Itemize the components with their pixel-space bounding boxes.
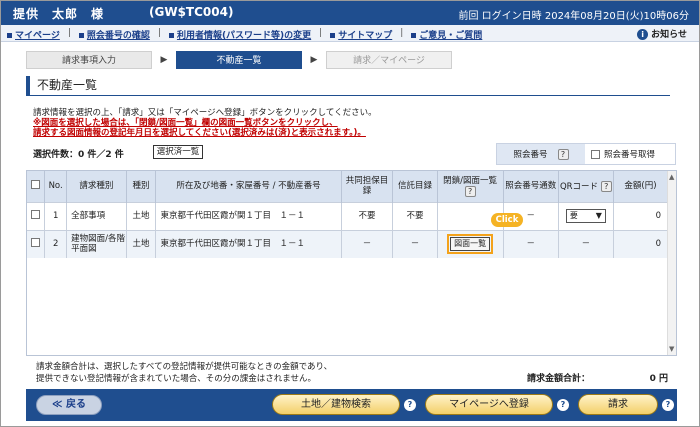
last-login: 前回 ログイン日時 2024年08月20日(火)10時06分: [458, 11, 689, 22]
col-no: No.: [44, 171, 68, 202]
total-note: 請求金額合計は、選択したすべての登記情報が提供可能なときの金額であり、 提供でき…: [36, 362, 333, 384]
help-icon[interactable]: ?: [557, 399, 569, 411]
row-joint-collateral: －: [341, 229, 394, 258]
col-reference-count: 照会番号通数: [503, 171, 559, 202]
register-mypage-button[interactable]: マイページへ登録: [425, 394, 553, 415]
drawing-list-highlight: 図面一覧: [447, 234, 494, 255]
step-arrow-icon: ▶: [160, 55, 168, 65]
notice-link[interactable]: i お知らせ: [637, 27, 687, 40]
row-request-type: 建物図面/各階平面図: [66, 229, 127, 258]
instruction-note: ※図面を選択した場合は、「閉鎖/図面一覧」欄の図面一覧ボタンをクリックし、: [33, 118, 338, 128]
row-trust: 不要: [392, 201, 438, 230]
row-closed-drawings: 図面一覧: [437, 229, 504, 258]
step-input: 請求事項入力: [26, 51, 152, 69]
bullet-icon: [330, 33, 336, 38]
help-icon[interactable]: ?: [464, 185, 476, 197]
col-trust: 信託目録: [392, 171, 438, 202]
step-arrow-icon: ▶: [310, 55, 318, 65]
reference-checkbox[interactable]: 照会番号取得: [585, 148, 655, 160]
row-trust: －: [392, 229, 438, 258]
selected-list-button[interactable]: 選択済一覧: [153, 145, 203, 159]
user-id: (GW$TC004): [149, 5, 234, 19]
col-joint-collateral: 共同担保目録: [341, 171, 394, 202]
row-no: 1: [44, 201, 68, 230]
instruction-line: 請求情報を選択の上、「請求」又は「マイページへ登録」ボタンをクリックしてください…: [33, 108, 377, 118]
col-closed-drawings: 閉鎖/図面一覧 ?: [437, 171, 504, 202]
info-icon: i: [637, 29, 649, 40]
table-row: 1 全部事項 土地 東京都千代田区霞が関１丁目 １－１ 不要 不要 － 要 ▼ 0: [27, 201, 669, 230]
row-checkbox[interactable]: [27, 229, 46, 258]
reference-number-box: 照会番号 ? 照会番号取得: [496, 143, 676, 165]
row-no: 2: [44, 229, 68, 258]
scroll-up-icon[interactable]: ▲: [669, 173, 674, 181]
selection-count: 選択件数：0 件／2 件: [33, 150, 124, 160]
row-amount: 0: [613, 201, 669, 230]
step-property-list: 不動産一覧: [176, 51, 302, 69]
bullet-icon: [411, 33, 417, 38]
help-icon[interactable]: ?: [557, 148, 569, 160]
instruction-note: 請求する図面情報の登記年月日を選択してください(選択済みは(済)と表示されます。…: [33, 128, 366, 138]
col-kind: 種別: [126, 171, 157, 202]
bullet-icon: [168, 33, 174, 38]
reference-checkbox-label: 照会番号取得: [604, 150, 656, 160]
row-joint-collateral: 不要: [341, 201, 394, 230]
back-button[interactable]: ≪ 戻る: [36, 395, 102, 415]
land-building-search-button[interactable]: 土地／建物検索: [272, 394, 400, 415]
row-kind: 土地: [126, 201, 157, 230]
page-title: 不動産一覧: [26, 76, 670, 96]
nav-sitemap[interactable]: サイトマップ: [330, 28, 392, 41]
property-table: No. 請求種別 種別 所在及び地番・家屋番号 / 不動産番号 共同担保目録 信…: [26, 170, 677, 356]
row-amount: 0: [613, 229, 669, 258]
action-bar: ≪ 戻る 土地／建物検索 ? マイページへ登録 ? 請求 ?: [26, 389, 677, 421]
row-qr-code: －: [558, 229, 614, 258]
scroll-down-icon[interactable]: ▼: [669, 345, 674, 353]
drawing-list-button[interactable]: 図面一覧: [450, 237, 491, 252]
chevron-down-icon: ▼: [595, 211, 602, 220]
row-request-type: 全部事項: [66, 201, 127, 230]
row-checkbox[interactable]: [27, 201, 46, 230]
step-request: 請求／マイページ: [326, 51, 452, 69]
click-hint-badge: Click: [491, 213, 523, 227]
row-kind: 土地: [126, 229, 157, 258]
row-reference-count: －: [503, 229, 559, 258]
nav-mypage[interactable]: マイページ: [7, 28, 60, 41]
checkbox[interactable]: [591, 149, 600, 159]
request-button[interactable]: 請求: [578, 394, 658, 415]
instructions: 請求情報を選択の上、「請求」又は「マイページへ登録」ボタンをクリックしてください…: [33, 108, 377, 138]
row-location: 東京都千代田区霞が関１丁目 １－１: [155, 229, 342, 258]
help-icon[interactable]: ?: [600, 180, 612, 192]
nav-user-info[interactable]: 利用者情報(パスワード等)の変更: [168, 28, 311, 41]
col-qr-code: QRコード ?: [558, 171, 614, 202]
total-label: 請求金額合計：: [527, 374, 591, 384]
nav-reference-number[interactable]: 照会番号の確認: [78, 28, 150, 41]
help-icon[interactable]: ?: [404, 399, 416, 411]
top-bar: 提供 太郎 様 (GW$TC004) 前回 ログイン日時 2024年08月20日…: [1, 1, 699, 25]
col-request-type: 請求種別: [66, 171, 127, 202]
col-amount: 金額(円): [613, 171, 669, 202]
nav-bar: マイページ | 照会番号の確認 | 利用者情報(パスワード等)の変更 | サイト…: [1, 25, 699, 42]
table-row: 2 建物図面/各階平面図 土地 東京都千代田区霞が関１丁目 １－１ － － 図面…: [27, 229, 669, 258]
bullet-icon: [7, 33, 12, 38]
total-value: 0 円: [649, 374, 668, 384]
table-scrollbar[interactable]: ▲ ▼: [667, 171, 676, 355]
user-name: 提供 太郎 様: [13, 7, 105, 21]
nav-feedback[interactable]: ご意見・ご質問: [411, 28, 482, 41]
reference-label: 照会番号: [513, 150, 548, 160]
help-icon[interactable]: ?: [662, 399, 674, 411]
select-all-checkbox[interactable]: [27, 171, 46, 202]
row-location: 東京都千代田区霞が関１丁目 １－１: [155, 201, 342, 230]
qr-code-select[interactable]: 要 ▼: [565, 209, 606, 223]
table-header: No. 請求種別 種別 所在及び地番・家屋番号 / 不動産番号 共同担保目録 信…: [27, 171, 669, 202]
bullet-icon: [78, 33, 84, 38]
step-indicator: 請求事項入力 ▶ 不動産一覧 ▶ 請求／マイページ: [26, 51, 452, 69]
row-qr-cell: 要 ▼: [558, 201, 614, 230]
col-location: 所在及び地番・家屋番号 / 不動産番号: [155, 171, 342, 202]
